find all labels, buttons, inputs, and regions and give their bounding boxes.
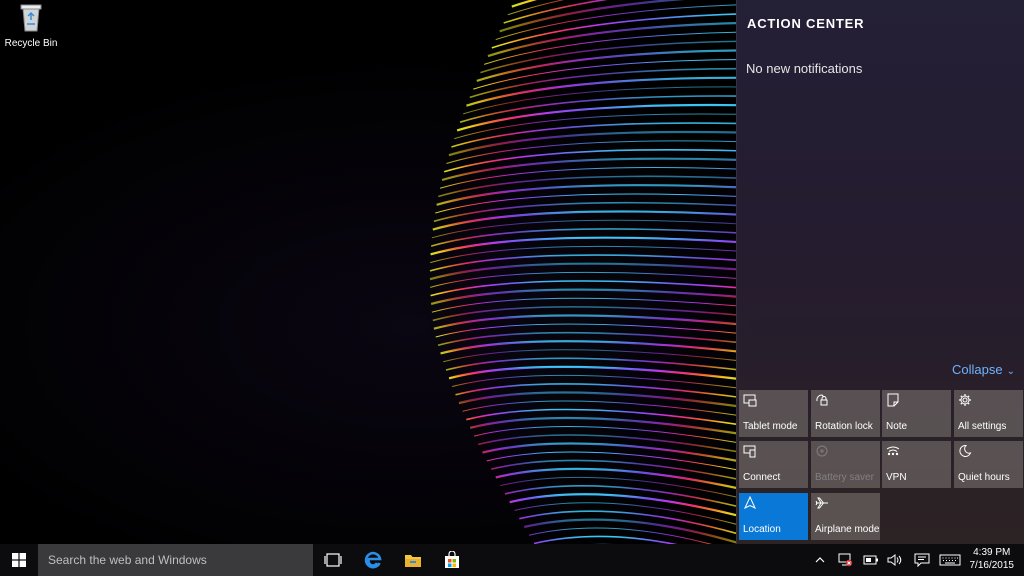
quick-action-label: Airplane mode: [815, 524, 880, 535]
gear-icon: [959, 394, 971, 406]
airplane-icon: [815, 497, 828, 509]
keyboard-icon: [939, 554, 961, 566]
quick-action-label: Battery saver: [815, 472, 874, 483]
vpn-icon: [886, 446, 900, 456]
network-tray-button[interactable]: [834, 544, 856, 576]
note-icon: [887, 393, 899, 407]
quick-action-label: VPN: [886, 472, 907, 483]
quick-action-connect[interactable]: Connect: [739, 441, 808, 488]
clock-date: 7/16/2015: [969, 560, 1015, 571]
quick-action-airplane-mode[interactable]: Airplane mode: [811, 493, 880, 540]
quick-action-location[interactable]: Location: [739, 493, 808, 540]
taskbar-app-edge[interactable]: [355, 544, 391, 576]
quick-action-label: Rotation lock: [815, 421, 873, 432]
rotation-lock-icon: [816, 394, 828, 406]
search-placeholder: Search the web and Windows: [48, 553, 207, 567]
quick-action-vpn[interactable]: VPN: [882, 441, 951, 488]
quick-action-rotation-lock[interactable]: Rotation lock: [811, 390, 880, 437]
battery-tray-button[interactable]: [860, 544, 882, 576]
collapse-button[interactable]: Collapse ⌄: [952, 362, 1015, 377]
quick-action-label: Connect: [743, 472, 781, 483]
quick-action-label: Note: [886, 421, 908, 432]
connect-icon: [743, 445, 756, 458]
notification-icon: [914, 553, 930, 567]
folder-icon: [405, 555, 421, 567]
collapse-label: Collapse: [952, 362, 1003, 377]
start-button[interactable]: [0, 544, 38, 576]
windows-logo-icon: [12, 553, 26, 567]
action-center-title: ACTION CENTER: [747, 16, 865, 31]
task-view-button[interactable]: [315, 544, 351, 576]
quick-action-label: Tablet mode: [743, 421, 798, 432]
taskbar-app-file-explorer[interactable]: [395, 544, 431, 576]
quick-action-note[interactable]: Note: [882, 390, 951, 437]
taskbar: Search the web and Windows 4:39 PM 7/16/…: [0, 544, 1024, 576]
task-view-icon: [324, 553, 342, 567]
wallpaper-feather: [429, 0, 736, 544]
quick-action-label: All settings: [958, 421, 1007, 432]
network-disconnected-icon: [838, 553, 853, 567]
show-hidden-icons-button[interactable]: [812, 544, 828, 576]
chevron-down-icon: ⌄: [1006, 366, 1015, 377]
action-center-panel: ACTION CENTER No new notifications Colla…: [736, 0, 1024, 544]
no-notifications-text: No new notifications: [746, 61, 863, 76]
desktop-icon-recycle-bin[interactable]: Recycle Bin: [4, 2, 58, 49]
moon-icon: [959, 444, 972, 457]
quick-action-battery-saver: Battery saver: [811, 441, 880, 488]
edge-icon: [364, 551, 382, 569]
quick-action-quiet-hours[interactable]: Quiet hours: [954, 441, 1023, 488]
battery-icon: [863, 555, 878, 565]
action-center-tray-button[interactable]: [910, 544, 934, 576]
quick-action-tablet-mode[interactable]: Tablet mode: [739, 390, 808, 437]
battery-saver-icon: [816, 445, 828, 457]
taskbar-app-store[interactable]: [434, 544, 470, 576]
touch-keyboard-button[interactable]: [936, 544, 964, 576]
chevron-up-icon: [815, 557, 825, 563]
search-box[interactable]: Search the web and Windows: [38, 544, 313, 576]
desktop-icon-label: Recycle Bin: [4, 38, 58, 49]
speaker-icon: [887, 554, 902, 566]
clock-time: 4:39 PM: [973, 547, 1011, 558]
volume-tray-button[interactable]: [884, 544, 906, 576]
quick-action-label: Quiet hours: [958, 472, 1010, 483]
location-icon: [743, 496, 757, 510]
store-icon: [445, 551, 459, 568]
feather-strands: [429, 0, 736, 544]
quick-action-all-settings[interactable]: All settings: [954, 390, 1023, 437]
quick-action-label: Location: [743, 524, 781, 535]
tablet-mode-icon: [743, 394, 757, 407]
recycle-bin-icon: [20, 4, 42, 32]
taskbar-clock[interactable]: 4:39 PM 7/16/2015: [970, 546, 1015, 572]
